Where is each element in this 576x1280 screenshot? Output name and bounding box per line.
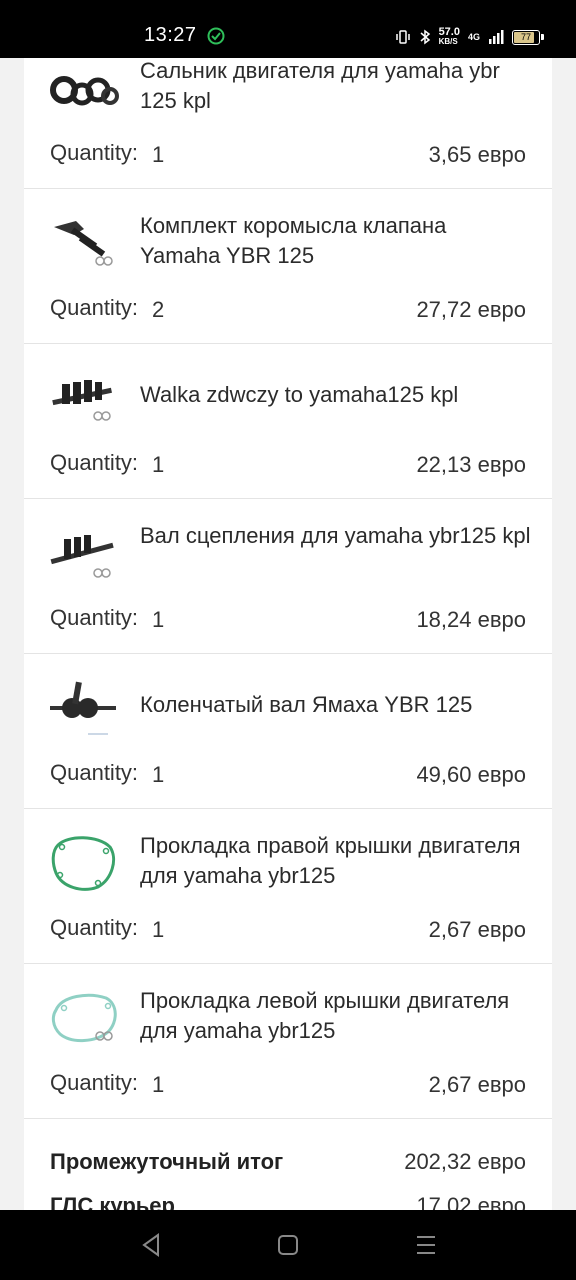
- item-name[interactable]: Вал сцепления для yamaha ybr125 kpl: [140, 521, 532, 551]
- check-circle-icon: [207, 27, 225, 45]
- menu-icon[interactable]: [414, 1232, 438, 1258]
- item-name[interactable]: Сальник двигателя для yamaha ybr 125 kpl: [140, 58, 532, 116]
- quantity-value: 2: [152, 297, 165, 322]
- cart-list: Сальник двигателя для yamaha ybr 125 kpl…: [24, 58, 552, 1210]
- cart-item: Walka zdwczy to yamaha125 kpl Quantity: …: [24, 344, 552, 499]
- signal-icon: [489, 30, 504, 44]
- order-summary: Промежуточный итог 202,32 евро ГЛС курье…: [24, 1119, 552, 1210]
- item-name[interactable]: Прокладка правой крышки двигателя для ya…: [140, 831, 532, 891]
- gasket-icon: [51, 836, 115, 891]
- subtotal-value: 202,32 евро: [404, 1149, 526, 1174]
- item-price: 2,67 евро: [428, 917, 526, 942]
- shipping-row: ГЛС курьер 17,02 евро: [50, 1193, 526, 1210]
- item-price: 22,13 евро: [416, 452, 526, 477]
- item-price: 27,72 евро: [416, 297, 526, 322]
- battery-icon: 77: [512, 29, 544, 45]
- crankshaft-icon: [50, 681, 116, 735]
- vibrate-icon: [395, 30, 410, 44]
- quantity-label: Quantity:: [50, 450, 139, 475]
- item-name[interactable]: Комплект коромысла клапана Yamaha YBR 12…: [140, 211, 532, 271]
- quantity-label: Quantity:: [50, 760, 139, 785]
- status-time: 13:27: [144, 24, 197, 46]
- quantity-label: Quantity:: [50, 140, 139, 165]
- back-icon[interactable]: [140, 1232, 162, 1258]
- cart-item: Прокладка левой крышки двигателя для yam…: [24, 964, 552, 1119]
- status-icons: 57.0 KB/S 4G 77: [395, 24, 544, 50]
- cart-item: Коленчатый вал Ямаха YBR 125 Quantity: 1…: [24, 654, 552, 809]
- quantity-label: Quantity:: [50, 605, 139, 630]
- quantity-label: Quantity:: [50, 915, 139, 940]
- item-price: 18,24 евро: [416, 607, 526, 632]
- cart-item: Вал сцепления для yamaha ybr125 kpl Quan…: [24, 499, 552, 654]
- quantity-value: 1: [152, 452, 165, 477]
- item-name[interactable]: Walka zdwczy to yamaha125 kpl: [140, 380, 532, 410]
- quantity-label: Quantity:: [50, 295, 139, 320]
- bluetooth-icon: [420, 29, 430, 45]
- item-price: 3,65 евро: [428, 142, 526, 167]
- oil-seal-icon: [50, 76, 119, 106]
- item-name[interactable]: Прокладка левой крышки двигателя для yam…: [140, 986, 532, 1046]
- cart-item: Сальник двигателя для yamaha ybr 125 kpl…: [24, 58, 552, 189]
- item-name[interactable]: Коленчатый вал Ямаха YBR 125: [140, 690, 532, 720]
- home-icon[interactable]: [277, 1232, 299, 1258]
- shipping-label: ГЛС курьер: [50, 1193, 175, 1210]
- status-bar: 13:27 57.0 KB/S 4G 77: [0, 0, 576, 58]
- subtotal-row: Промежуточный итог 202,32 евро: [50, 1149, 526, 1175]
- gear-shaft-icon: [52, 380, 112, 421]
- net-speed: 57.0 KB/S: [438, 26, 460, 47]
- quantity-value: 1: [152, 917, 165, 942]
- quantity-value: 1: [152, 607, 165, 632]
- quantity-value: 1: [152, 762, 165, 787]
- clutch-shaft-icon: [50, 535, 114, 578]
- subtotal-label: Промежуточный итог: [50, 1149, 284, 1174]
- item-price: 49,60 евро: [416, 762, 526, 787]
- quantity-value: 1: [152, 142, 165, 167]
- quantity-label: Quantity:: [50, 1070, 139, 1095]
- cart-item: Комплект коромысла клапана Yamaha YBR 12…: [24, 189, 552, 344]
- network-type: 4G: [467, 32, 480, 42]
- item-price: 2,67 евро: [428, 1072, 526, 1097]
- quantity-value: 1: [152, 1072, 165, 1097]
- gasket-icon: [51, 993, 117, 1042]
- system-nav-bar: [0, 1210, 576, 1280]
- shipping-value: 17,02 евро: [416, 1193, 526, 1210]
- rocker-arm-icon: [54, 221, 113, 266]
- cart-item: Прокладка правой крышки двигателя для ya…: [24, 809, 552, 964]
